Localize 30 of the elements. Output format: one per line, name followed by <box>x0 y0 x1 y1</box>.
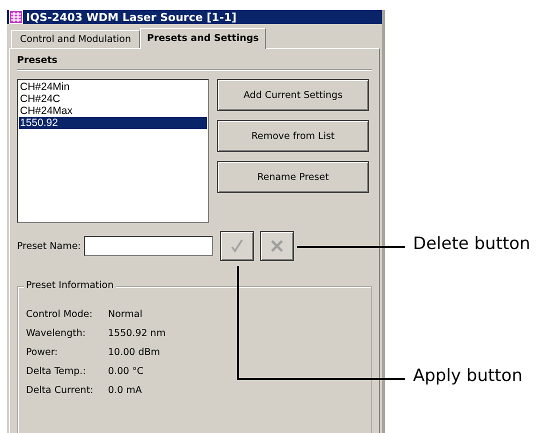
list-item[interactable]: CH#24Min <box>19 81 207 93</box>
info-label: Delta Temp.: <box>26 366 87 378</box>
window-title: IQS-2403 WDM Laser Source [1-1] <box>26 10 237 24</box>
info-label: Control Mode: <box>26 309 94 321</box>
preset-list[interactable]: CH#24Min CH#24C CH#24Max 1550.92 <box>17 79 209 223</box>
tab[interactable]: Presets and Settings <box>140 28 266 49</box>
group-title: Preset Information <box>24 280 116 291</box>
field-label: Preset Name: <box>17 240 81 252</box>
callout-label: Delete button <box>413 234 530 254</box>
info-value: Normal <box>108 309 144 321</box>
app-icon <box>9 10 23 24</box>
tab[interactable]: Control and Modulation <box>11 30 140 48</box>
callout-label: Apply button <box>413 366 522 386</box>
checkmark-icon <box>230 239 244 253</box>
info-value: 0.00 °C <box>108 366 145 378</box>
info-value: 1550.92 nm <box>108 328 167 340</box>
info-value: 10.00 dBm <box>108 347 162 359</box>
action-button[interactable]: Add Current Settings <box>217 79 369 111</box>
action-button[interactable]: Remove from List <box>217 120 369 152</box>
list-item[interactable]: CH#24Max <box>19 105 207 117</box>
info-label: Delta Current: <box>26 385 94 397</box>
info-label: Power: <box>26 347 59 359</box>
list-item[interactable]: CH#24C <box>19 93 207 105</box>
info-label: Wavelength: <box>26 328 87 340</box>
section-heading: Presets <box>17 55 372 70</box>
list-item[interactable]: 1550.92 <box>19 117 207 129</box>
info-value: 0.0 mA <box>108 385 143 397</box>
preset-name-field[interactable] <box>84 236 213 256</box>
close-icon <box>270 239 284 253</box>
action-button[interactable]: Rename Preset <box>217 161 369 193</box>
